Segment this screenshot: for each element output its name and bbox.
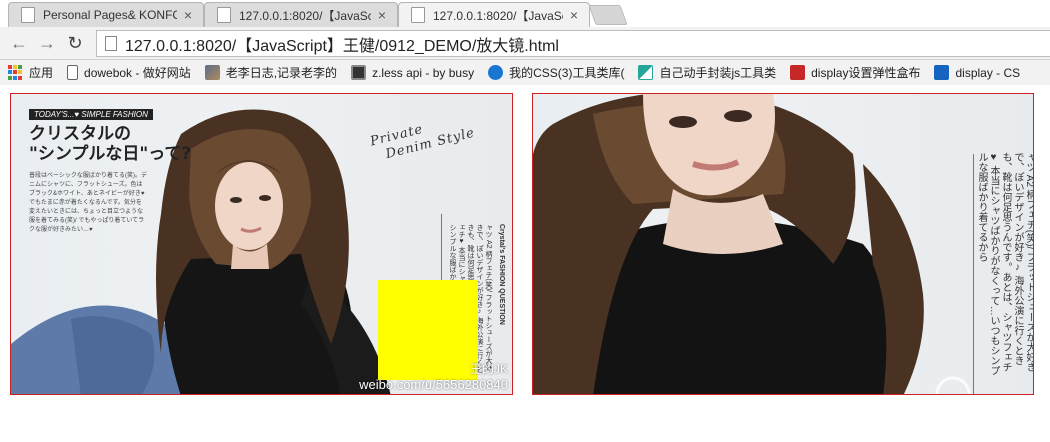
watermark-url: weibo.com/u/5656280840: [359, 377, 508, 392]
side-column-header: Crystal's FASHION QUESTION: [498, 224, 505, 325]
bookmark-label: 应用: [29, 66, 54, 80]
zoomed-illustration: [533, 94, 974, 394]
bookmark-display-flex[interactable]: display设置弹性盒布: [790, 64, 920, 81]
new-tab-button[interactable]: [588, 5, 628, 25]
close-icon[interactable]: ×: [181, 7, 195, 23]
globe-icon: [488, 65, 504, 80]
forward-arrow-icon[interactable]: →: [36, 32, 58, 54]
browser-toolbar: ← → ↻ 127.0.0.1:8020/【JavaScript】王健/0912…: [0, 27, 1050, 60]
bookmark-apps[interactable]: 应用: [8, 64, 53, 81]
red-c-logo-icon: [790, 65, 806, 80]
tab-title: Personal Pages& KONFC: [43, 8, 177, 22]
bookmark-dowebok[interactable]: dowebok - 做好网站: [67, 64, 191, 81]
bookmark-label: 我的CSS(3)工具类库(: [509, 66, 625, 80]
bookmark-label: 老李日志,记录老李的: [225, 66, 338, 80]
close-icon[interactable]: ×: [375, 7, 389, 23]
close-icon[interactable]: ×: [567, 7, 581, 23]
tab-personal-pages[interactable]: Personal Pages& KONFC ×: [8, 2, 204, 27]
magnifier-lens[interactable]: [378, 280, 478, 380]
magazine-headline: クリスタルの "シンプルな日"って?: [29, 124, 191, 164]
bookmark-js-tools[interactable]: 自己动手封装js工具类: [638, 64, 776, 81]
watermark-name: 王的JK: [469, 362, 508, 376]
zoomed-side-text: ャツ A2 柄フェチ(笑)/ フラットシューズが大好きで、ぽいデザインが好き♪ …: [976, 152, 1034, 376]
magazine-body-text: 普段はベーシックな服ばかり着てる(笑)。デニムにシャツに、フラットシューズ。色は…: [29, 173, 147, 233]
magazine-tag: TODAY'S...♥ SIMPLE FASHION: [29, 109, 153, 120]
reload-icon[interactable]: ↻: [64, 32, 86, 54]
bookmarks-bar: 应用 dowebok - 做好网站 老李日志,记录老李的 z.less api …: [0, 60, 1050, 85]
page-icon: [21, 7, 35, 23]
page-icon: [411, 7, 425, 23]
page-icon: [67, 65, 79, 80]
small-image-box[interactable]: TODAY'S...♥ SIMPLE FASHION クリスタルの "シンプルな…: [10, 93, 513, 395]
bookmark-label: display - CS: [955, 65, 1021, 80]
address-bar[interactable]: 127.0.0.1:8020/【JavaScript】王健/0912_DEMO/…: [96, 30, 1050, 57]
bookmark-label: dowebok - 做好网站: [84, 66, 191, 80]
bookmark-label: display设置弹性盒布: [811, 66, 921, 80]
back-arrow-icon[interactable]: ←: [8, 32, 30, 54]
tab-strip: Personal Pages& KONFC × 127.0.0.1:8020/【…: [0, 0, 1050, 27]
bookmark-label: z.less api - by busy: [372, 65, 475, 80]
leaf-logo-icon: [638, 65, 654, 80]
page-icon: [105, 36, 117, 51]
photo-icon: [204, 65, 220, 80]
tab-title: 127.0.0.1:8020/【JavaSc: [433, 8, 563, 23]
bookmark-css-tools[interactable]: 我的CSS(3)工具类库(: [488, 64, 624, 81]
bookmark-doc-icon: [351, 65, 367, 80]
zoomed-image-box: ャツ A2 柄フェチ(笑)/ フラットシューズが大好きで、ぽいデザインが好き♪ …: [532, 93, 1034, 395]
blue-logo-icon: [934, 65, 950, 80]
bookmark-laoli[interactable]: 老李日志,记录老李的: [204, 64, 338, 81]
bookmark-display-cs[interactable]: display - CS: [934, 65, 1020, 80]
tab-localhost-1[interactable]: 127.0.0.1:8020/【JavaSc ×: [204, 2, 398, 27]
tab-localhost-active[interactable]: 127.0.0.1:8020/【JavaSc ×: [398, 2, 590, 27]
headline-line-1: クリスタルの: [29, 124, 131, 144]
bookmark-zless[interactable]: z.less api - by busy: [351, 65, 474, 80]
bookmark-label: 自己动手封装js工具类: [659, 66, 777, 80]
address-url: 127.0.0.1:8020/【JavaScript】王健/0912_DEMO/…: [125, 37, 559, 55]
apps-grid-icon: [8, 65, 23, 80]
page-icon: [217, 7, 231, 23]
tab-title: 127.0.0.1:8020/【JavaSc: [239, 8, 371, 23]
headline-line-2: "シンプルな日"って?: [29, 144, 192, 164]
zoomed-photo: ャツ A2 柄フェチ(笑)/ フラットシューズが大好きで、ぽいデザインが好き♪ …: [533, 94, 1033, 394]
